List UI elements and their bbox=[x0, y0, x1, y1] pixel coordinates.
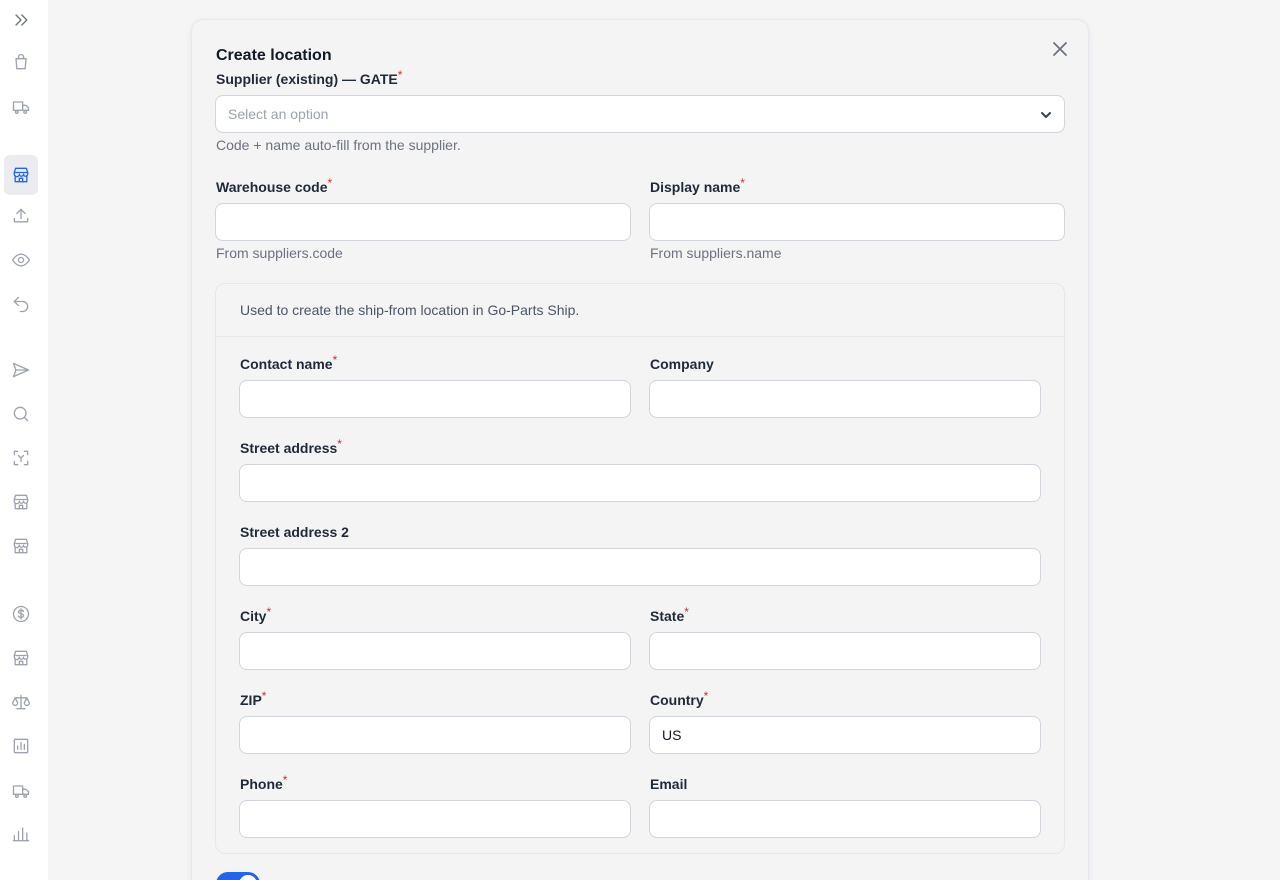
sidebar-item-watch[interactable] bbox=[4, 240, 38, 280]
enabled-toggle[interactable] bbox=[216, 872, 260, 880]
shopping-bag-icon bbox=[15, 53, 27, 70]
email-input[interactable] bbox=[649, 800, 1041, 838]
modal-title: Create location bbox=[216, 47, 332, 64]
sidebar-item-store-2[interactable] bbox=[4, 482, 38, 522]
upload-icon bbox=[13, 208, 29, 223]
search-icon bbox=[13, 406, 29, 422]
section-divider bbox=[216, 336, 1064, 337]
supplier-select-placeholder: Select an option bbox=[228, 106, 329, 122]
store-icon bbox=[13, 538, 29, 554]
warehouse-code-input[interactable] bbox=[215, 203, 631, 241]
sidebar-item-returns[interactable] bbox=[4, 284, 38, 324]
country-label: Country* bbox=[650, 689, 709, 708]
sidebar-item-legal[interactable] bbox=[4, 682, 38, 722]
section-description: Used to create the ship-from location in… bbox=[240, 302, 580, 318]
truck-icon bbox=[12, 785, 30, 798]
street-address-2-input[interactable] bbox=[239, 548, 1041, 586]
bar-chart-icon bbox=[12, 827, 30, 842]
company-input[interactable] bbox=[649, 380, 1041, 418]
street-address-label: Street address* bbox=[240, 437, 342, 456]
city-label: City* bbox=[240, 605, 272, 624]
contact-name-input[interactable] bbox=[239, 380, 631, 418]
sidebar bbox=[0, 0, 48, 880]
city-input[interactable] bbox=[239, 632, 631, 670]
zip-label: ZIP* bbox=[240, 689, 267, 708]
scale-icon bbox=[12, 694, 31, 710]
sidebar-item-upload[interactable] bbox=[4, 196, 38, 236]
store-icon bbox=[13, 494, 29, 510]
phone-label: Phone* bbox=[240, 773, 288, 792]
sidebar-item-store-3[interactable] bbox=[4, 526, 38, 566]
sidebar-item-analytics[interactable] bbox=[4, 814, 38, 854]
send-icon bbox=[12, 362, 30, 378]
email-label: Email bbox=[650, 776, 688, 792]
undo-icon bbox=[13, 296, 29, 313]
street-address-input[interactable] bbox=[239, 464, 1041, 502]
display-name-input[interactable] bbox=[649, 203, 1065, 241]
eye-icon bbox=[12, 253, 31, 267]
close-button[interactable] bbox=[1049, 38, 1071, 60]
zip-input[interactable] bbox=[239, 716, 631, 754]
close-icon bbox=[1053, 42, 1067, 56]
warehouse-code-label: Warehouse code* bbox=[216, 176, 333, 195]
display-name-hint: From suppliers.name bbox=[650, 245, 782, 261]
sidebar-item-search[interactable] bbox=[4, 394, 38, 434]
sidebar-item-store-4[interactable] bbox=[4, 638, 38, 678]
country-input[interactable] bbox=[649, 716, 1041, 754]
street-address-2-label: Street address 2 bbox=[240, 524, 349, 540]
truck-icon bbox=[12, 101, 30, 114]
store-icon bbox=[13, 167, 29, 183]
sidebar-item-locations[interactable] bbox=[4, 155, 38, 195]
sidebar-item-scan[interactable] bbox=[4, 438, 38, 478]
state-label: State* bbox=[650, 605, 689, 624]
chevron-down-icon bbox=[1038, 107, 1054, 123]
sidebar-item-billing[interactable] bbox=[4, 594, 38, 634]
contact-name-label: Contact name* bbox=[240, 353, 338, 372]
sidebar-item-shipping-2[interactable] bbox=[4, 771, 38, 811]
sidebar-item-reports[interactable] bbox=[4, 726, 38, 766]
display-name-label: Display name* bbox=[650, 176, 745, 195]
store-icon bbox=[13, 650, 29, 666]
state-input[interactable] bbox=[649, 632, 1041, 670]
chevrons-right-icon bbox=[15, 14, 28, 26]
supplier-hint: Code + name auto-fill from the supplier. bbox=[216, 137, 461, 153]
scan-icon bbox=[13, 450, 29, 466]
supplier-label: Supplier (existing) — GATE* bbox=[216, 68, 403, 87]
chart-icon bbox=[13, 738, 29, 754]
company-label: Company bbox=[650, 356, 714, 372]
sidebar-item-orders[interactable] bbox=[4, 42, 38, 82]
supplier-select[interactable]: Select an option bbox=[215, 95, 1065, 133]
sidebar-item-shipping[interactable] bbox=[4, 87, 38, 127]
sidebar-item-send[interactable] bbox=[4, 350, 38, 390]
sidebar-expand-button[interactable] bbox=[4, 0, 38, 40]
phone-input[interactable] bbox=[239, 800, 631, 838]
toggle-knob bbox=[239, 875, 257, 880]
dollar-icon bbox=[12, 605, 30, 623]
warehouse-code-hint: From suppliers.code bbox=[216, 245, 343, 261]
